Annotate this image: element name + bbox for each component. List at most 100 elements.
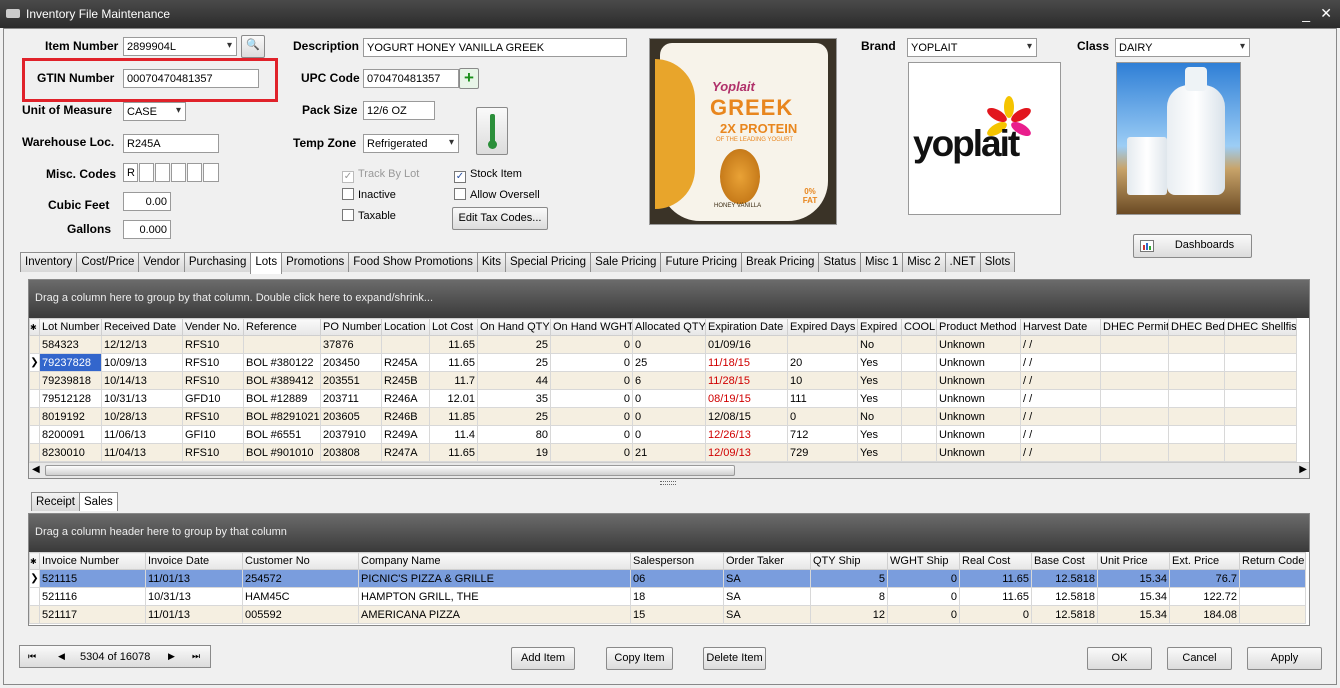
table-cell[interactable]: 11.65 bbox=[959, 569, 1032, 588]
inactive-checkbox[interactable]: Inactive bbox=[342, 188, 396, 201]
subtab-sales[interactable]: Sales bbox=[79, 492, 118, 511]
table-cell[interactable]: 729 bbox=[787, 443, 858, 462]
search-button[interactable]: 🔍 bbox=[241, 35, 265, 58]
table-cell[interactable]: 11.85 bbox=[429, 407, 478, 426]
row-indicator[interactable]: ❯ bbox=[29, 353, 40, 372]
table-cell[interactable]: 0 bbox=[550, 389, 633, 408]
table-cell[interactable]: 10/28/13 bbox=[101, 407, 183, 426]
table-cell[interactable]: HAMPTON GRILL, THE bbox=[358, 587, 631, 606]
table-cell[interactable]: 15 bbox=[630, 605, 724, 624]
table-cell[interactable]: 203450 bbox=[320, 353, 382, 372]
row-indicator[interactable] bbox=[29, 407, 40, 426]
table-cell[interactable]: 18 bbox=[630, 587, 724, 606]
table-cell[interactable]: 76.7 bbox=[1169, 569, 1240, 588]
column-header[interactable]: Real Cost bbox=[959, 552, 1032, 570]
column-header[interactable]: Unit Price bbox=[1097, 552, 1170, 570]
tab-sale-pricing[interactable]: Sale Pricing bbox=[590, 252, 662, 272]
column-header[interactable]: Order Taker bbox=[723, 552, 811, 570]
dashboards-button[interactable]: Dashboards bbox=[1133, 234, 1252, 258]
table-cell[interactable]: 10 bbox=[787, 371, 858, 390]
table-cell[interactable] bbox=[1224, 443, 1297, 462]
table-cell[interactable] bbox=[1224, 335, 1297, 354]
table-cell[interactable]: Unknown bbox=[936, 407, 1021, 426]
column-header[interactable]: COOL bbox=[901, 318, 937, 336]
table-row[interactable]: 8230010 11/04/13 RFS10 BOL #901010 203808 R24… bbox=[29, 443, 1297, 462]
table-cell[interactable]: 005592 bbox=[242, 605, 359, 624]
table-row[interactable]: 8200091 11/06/13 GFI10 BOL #6551 2037910 R249… bbox=[29, 425, 1297, 444]
table-cell[interactable]: 12.5818 bbox=[1031, 587, 1098, 606]
table-cell[interactable]: / / bbox=[1020, 353, 1101, 372]
copy-item-button[interactable]: Copy Item bbox=[606, 647, 673, 670]
table-cell[interactable]: 0 bbox=[887, 605, 960, 624]
tab-status[interactable]: Status bbox=[818, 252, 862, 272]
row-indicator[interactable] bbox=[29, 371, 40, 390]
table-cell[interactable]: 11.65 bbox=[429, 335, 478, 354]
edit-tax-codes-button[interactable]: Edit Tax Codes... bbox=[452, 207, 548, 230]
misc-code-2[interactable] bbox=[139, 163, 154, 182]
table-cell[interactable]: GFD10 bbox=[182, 389, 244, 408]
table-cell[interactable]: 0 bbox=[550, 425, 633, 444]
table-cell[interactable]: 12/08/15 bbox=[705, 407, 788, 426]
subtab-receipt[interactable]: Receipt bbox=[31, 492, 80, 511]
column-header[interactable]: Lot Number bbox=[39, 318, 102, 336]
table-cell[interactable]: 11/04/13 bbox=[101, 443, 183, 462]
table-cell[interactable]: Unknown bbox=[936, 353, 1021, 372]
last-record-icon[interactable]: ⏭ bbox=[192, 651, 200, 662]
table-cell[interactable]: BOL #8291021 bbox=[243, 407, 321, 426]
table-cell[interactable]: 10/14/13 bbox=[101, 371, 183, 390]
table-cell[interactable]: 25 bbox=[477, 335, 551, 354]
table-cell[interactable]: 08/19/15 bbox=[705, 389, 788, 408]
prev-record-icon[interactable]: ◀ bbox=[58, 651, 65, 662]
column-header[interactable]: Expired Days bbox=[787, 318, 858, 336]
tab-misc-1[interactable]: Misc 1 bbox=[860, 252, 904, 272]
table-cell[interactable]: 8230010 bbox=[39, 443, 102, 462]
table-cell[interactable]: 521117 bbox=[39, 605, 146, 624]
select-all-icon[interactable]: ✱ bbox=[29, 318, 40, 336]
table-cell[interactable]: 19 bbox=[477, 443, 551, 462]
table-row[interactable]: 79239818 10/14/13 RFS10 BOL #389412 203551 R2… bbox=[29, 371, 1297, 390]
table-cell[interactable]: Unknown bbox=[936, 389, 1021, 408]
table-cell[interactable]: Yes bbox=[857, 353, 902, 372]
table-cell[interactable]: 79239818 bbox=[39, 371, 102, 390]
column-header[interactable]: Salesperson bbox=[630, 552, 724, 570]
table-cell[interactable]: Yes bbox=[857, 443, 902, 462]
row-indicator[interactable] bbox=[29, 443, 40, 462]
table-cell[interactable]: SA bbox=[723, 605, 811, 624]
table-cell[interactable]: 0 bbox=[887, 587, 960, 606]
table-cell[interactable] bbox=[1100, 443, 1169, 462]
table-cell[interactable]: 20 bbox=[787, 353, 858, 372]
column-header[interactable]: Reference bbox=[243, 318, 321, 336]
table-cell[interactable]: AMERICANA PIZZA bbox=[358, 605, 631, 624]
table-cell[interactable] bbox=[1100, 335, 1169, 354]
tab-inventory[interactable]: Inventory bbox=[20, 252, 78, 272]
table-cell[interactable]: 0 bbox=[550, 407, 633, 426]
table-cell[interactable]: / / bbox=[1020, 335, 1101, 354]
warehouse-field[interactable]: R245A bbox=[123, 134, 219, 153]
upc-field[interactable]: 070470481357 bbox=[363, 69, 459, 88]
column-header[interactable]: Product Method bbox=[936, 318, 1021, 336]
table-cell[interactable]: Yes bbox=[857, 371, 902, 390]
table-cell[interactable]: 21 bbox=[632, 443, 706, 462]
column-header[interactable]: Received Date bbox=[101, 318, 183, 336]
column-header[interactable]: WGHT Ship bbox=[887, 552, 960, 570]
table-cell[interactable] bbox=[243, 335, 321, 354]
table-cell[interactable]: 25 bbox=[477, 353, 551, 372]
stock-item-checkbox[interactable]: ✓ Stock Item bbox=[454, 168, 522, 183]
table-cell[interactable] bbox=[1239, 569, 1306, 588]
table-cell[interactable] bbox=[1239, 587, 1306, 606]
column-header[interactable]: On Hand WGHT bbox=[550, 318, 633, 336]
row-indicator[interactable]: ❯ bbox=[29, 569, 40, 588]
table-cell[interactable]: 0 bbox=[632, 425, 706, 444]
table-cell[interactable]: / / bbox=[1020, 425, 1101, 444]
table-cell[interactable] bbox=[901, 353, 937, 372]
table-row[interactable]: 79512128 10/31/13 GFD10 BOL #12889 203711 R24… bbox=[29, 389, 1297, 408]
column-header[interactable]: On Hand QTY bbox=[477, 318, 551, 336]
table-cell[interactable]: 11/01/13 bbox=[145, 569, 243, 588]
table-cell[interactable]: 12/26/13 bbox=[705, 425, 788, 444]
table-cell[interactable]: 12.01 bbox=[429, 389, 478, 408]
table-cell[interactable]: Yes bbox=[857, 389, 902, 408]
scroll-right-icon[interactable]: ▶ bbox=[1299, 464, 1307, 475]
table-cell[interactable]: 584323 bbox=[39, 335, 102, 354]
column-header[interactable]: QTY Ship bbox=[810, 552, 888, 570]
minimize-button[interactable]: _ bbox=[1302, 6, 1310, 22]
